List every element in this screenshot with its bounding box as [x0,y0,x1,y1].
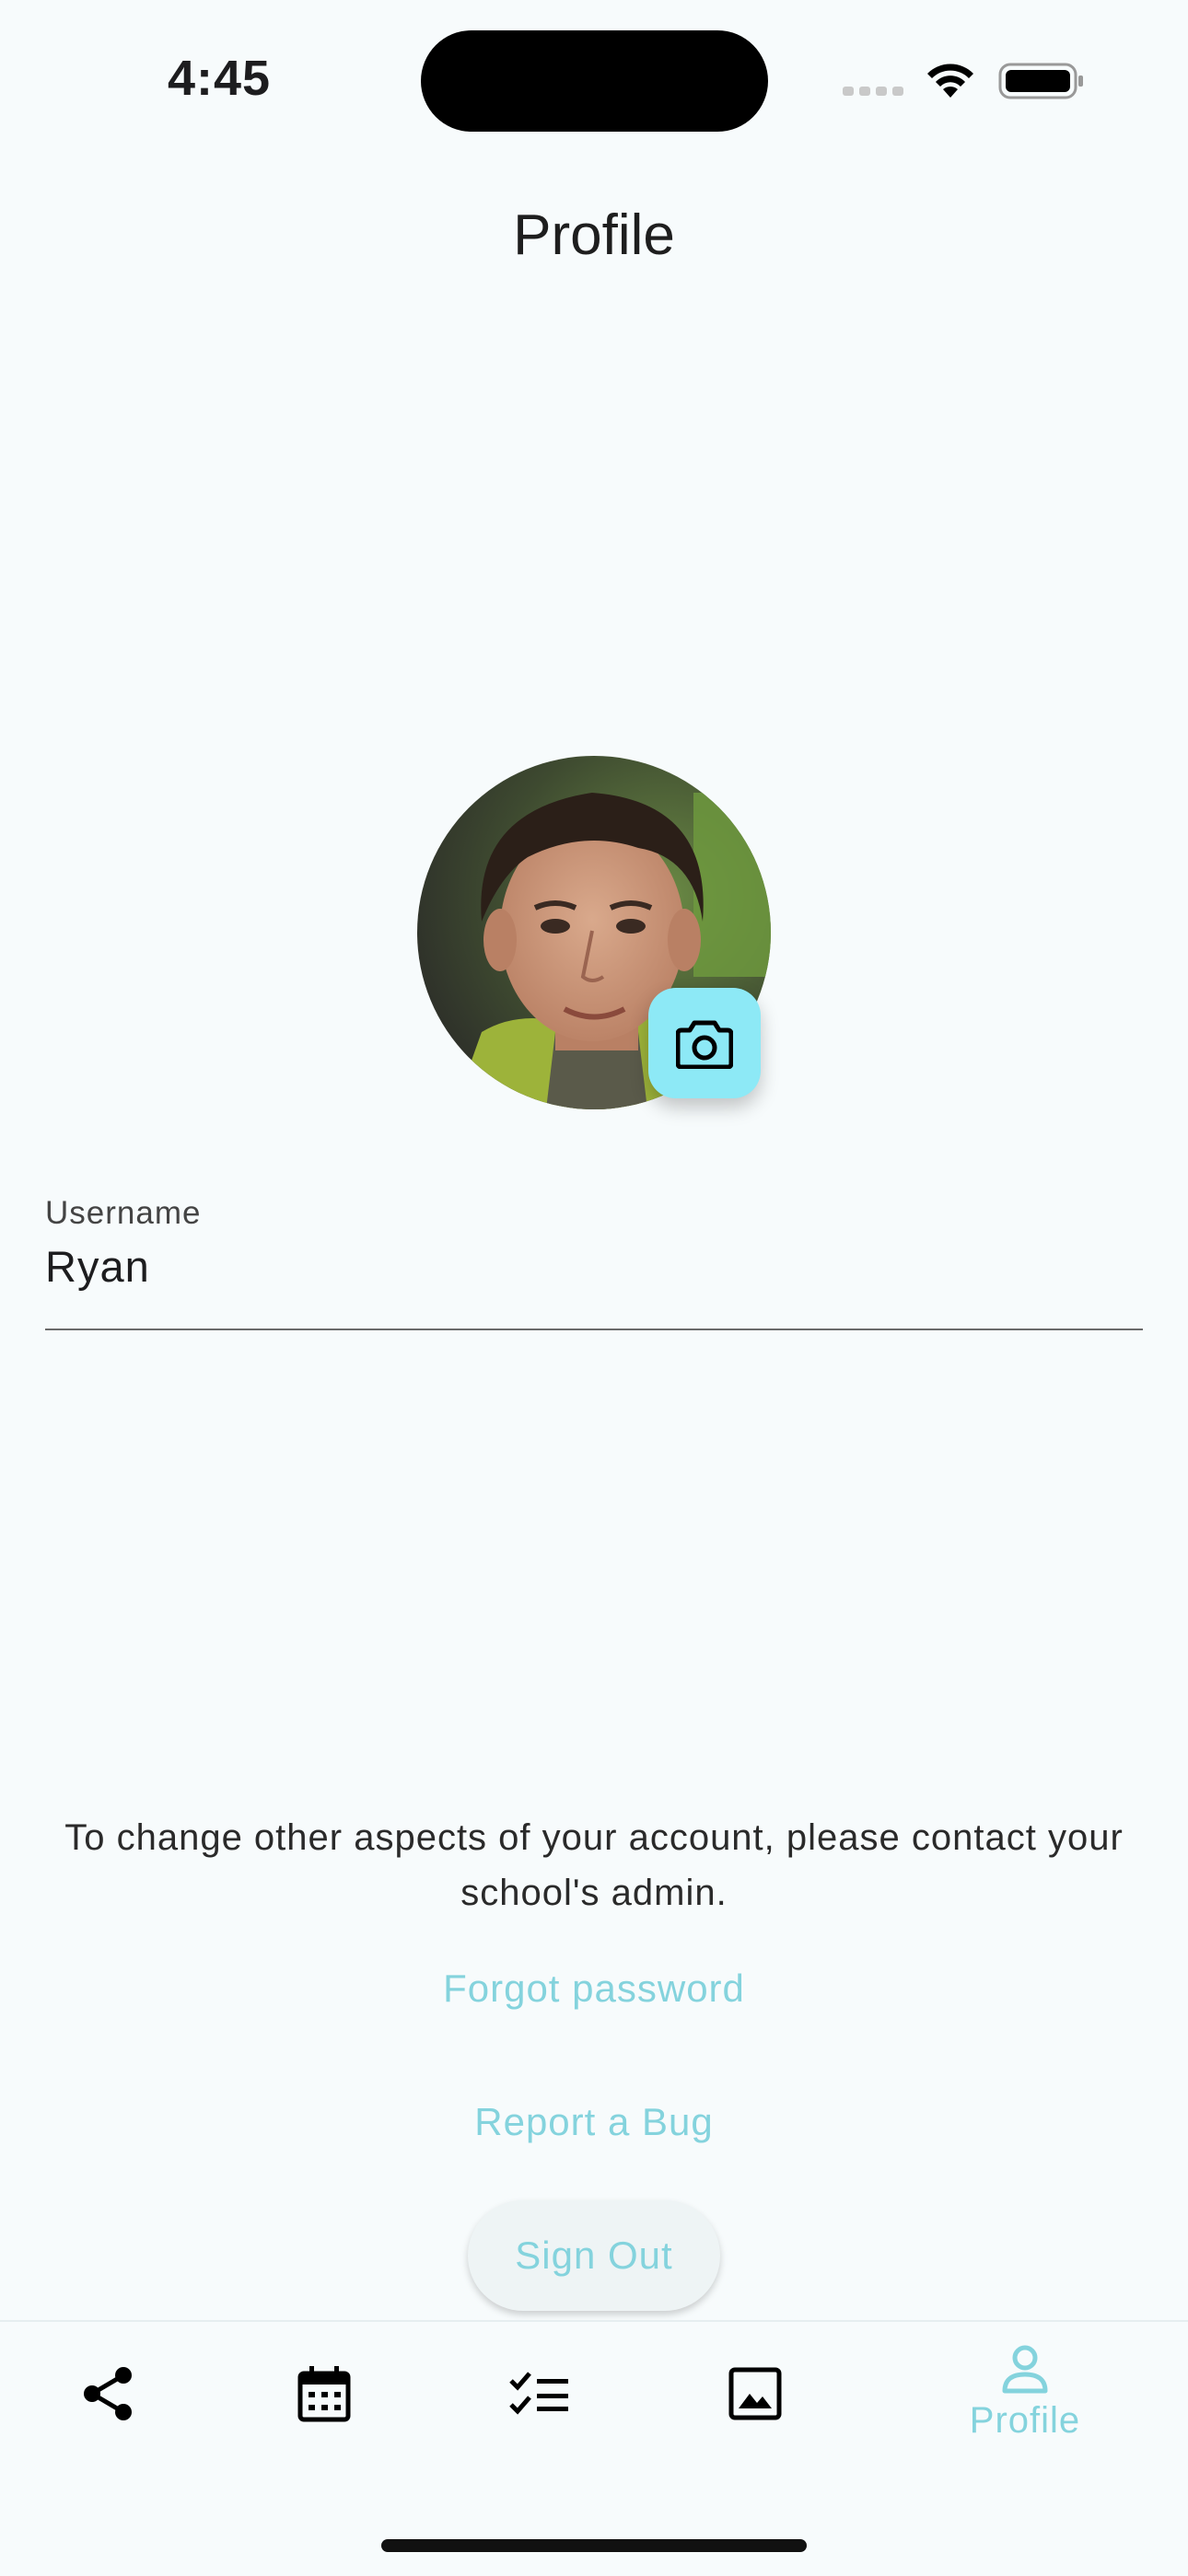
username-label: Username [45,1195,202,1231]
nav-calendar[interactable] [287,2357,361,2431]
person-icon [1002,2345,1048,2394]
page-title: Profile [513,203,675,267]
camera-icon [676,1020,733,1069]
cellular-signal-icon [843,87,905,96]
calendar-icon [297,2366,351,2422]
nav-tasks[interactable] [503,2357,577,2431]
battery-icon [998,63,1083,99]
contact-admin-message: To change other aspects of your account,… [64,1817,1124,1913]
username-underline [45,1329,1143,1330]
status-time: 4:45 [168,51,272,106]
nav-share[interactable] [72,2357,146,2431]
share-icon [84,2367,132,2420]
change-photo-button[interactable] [648,988,761,1098]
forgot-password-link[interactable]: Forgot password [0,1967,1188,2011]
home-indicator[interactable] [381,2539,807,2552]
nav-profile[interactable]: Profile [933,2343,1117,2463]
sign-out-button[interactable]: Sign Out [468,2200,720,2311]
checklist-icon [509,2372,568,2415]
dynamic-island [421,30,768,132]
wifi-icon [927,64,973,98]
nav-gallery[interactable] [718,2357,792,2431]
image-icon [728,2367,782,2420]
username-input[interactable] [45,1241,1141,1292]
nav-profile-label: Profile [969,2400,1081,2441]
report-bug-link[interactable]: Report a Bug [0,2100,1188,2144]
